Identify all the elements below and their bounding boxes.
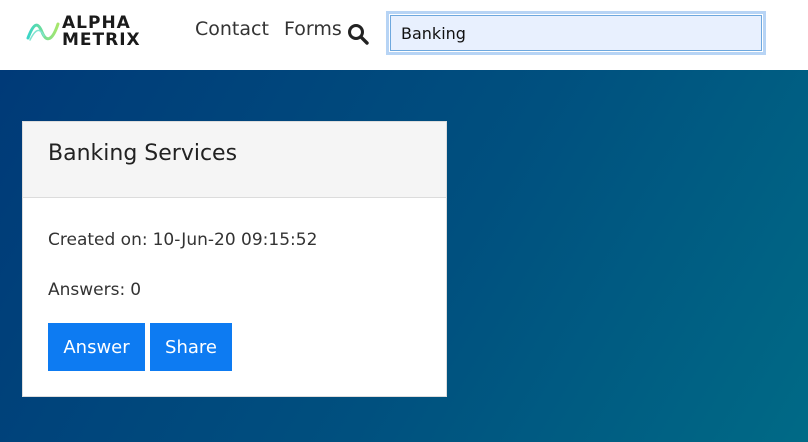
created-on-label: Created on: <box>48 230 148 250</box>
search-icon[interactable] <box>347 23 369 45</box>
card-title: Banking Services <box>48 141 238 166</box>
brand-wordmark: ALPHA METRIX <box>62 15 141 49</box>
share-button[interactable]: Share <box>150 323 232 371</box>
top-navbar: ALPHA METRIX Contact Forms <box>0 0 808 70</box>
brand-logo[interactable]: ALPHA METRIX <box>26 14 146 50</box>
created-on-line: Created on: 10-Jun-20 09:15:52 <box>48 230 317 250</box>
search-field-wrapper <box>386 11 766 55</box>
created-on-value: 10-Jun-20 09:15:52 <box>152 230 318 250</box>
answers-count: 0 <box>130 280 142 300</box>
nav-link-contact[interactable]: Contact <box>195 18 269 40</box>
brand-line-2: METRIX <box>62 30 141 50</box>
alphametrix-wave-logo-icon <box>26 22 60 41</box>
answers-count-line: Answers: 0 <box>48 280 141 300</box>
nav-link-forms[interactable]: Forms <box>284 18 342 40</box>
answer-button[interactable]: Answer <box>48 323 145 371</box>
search-input[interactable] <box>390 15 762 51</box>
form-card: Banking Services Created on: 10-Jun-20 09… <box>22 121 447 397</box>
card-header: Banking Services <box>23 122 446 198</box>
answers-label: Answers: <box>48 280 126 300</box>
